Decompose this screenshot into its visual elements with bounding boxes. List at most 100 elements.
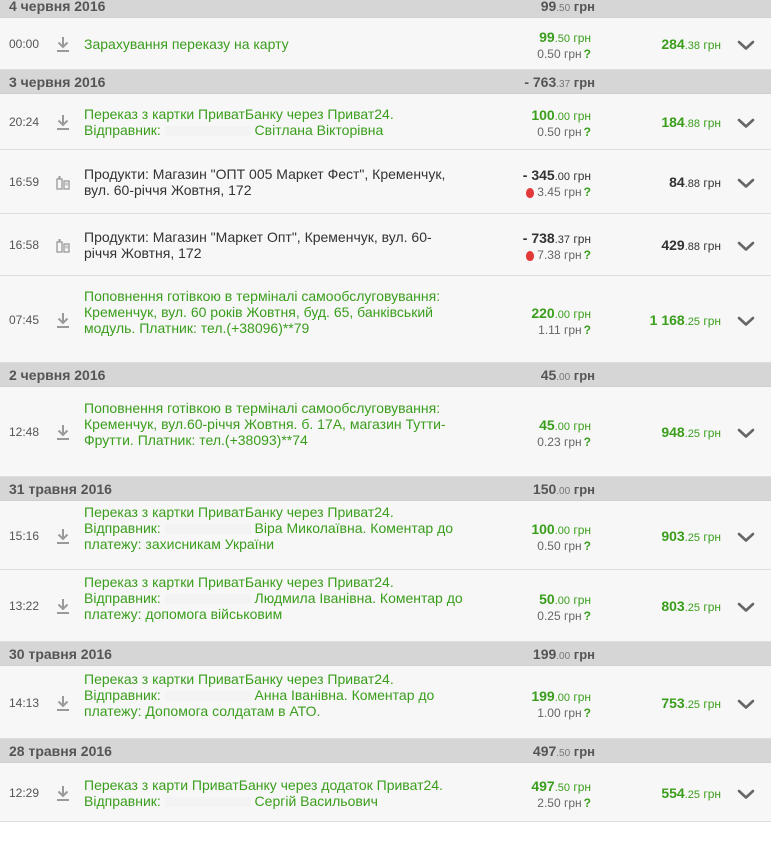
amount-value: 220.00 грн xyxy=(531,305,591,323)
amount-value: 199.00 грн xyxy=(531,688,591,706)
amount-value: - 738.37 грн xyxy=(523,230,591,248)
balance-dec: .25 xyxy=(684,788,700,801)
transaction-time: 16:59 xyxy=(9,175,40,189)
balance-int: 803 xyxy=(661,598,685,614)
transaction-description[interactable]: Продукти: Магазин "Маркет Опт", Кременчу… xyxy=(84,229,464,261)
transaction-amount: - 345.00 грн 3.45 грн? xyxy=(523,167,591,199)
currency-label: грн xyxy=(699,426,721,440)
help-icon[interactable]: ? xyxy=(584,185,591,199)
balance-int: 1 168 xyxy=(649,311,685,328)
transaction-row[interactable]: 14:13 Переказ з картки ПриватБанку через … xyxy=(0,666,771,739)
currency-label: грн xyxy=(699,600,721,614)
date-label: 2 червня 2016 xyxy=(9,367,106,383)
transaction-description[interactable]: Переказ з картки ПриватБанку через Прива… xyxy=(84,106,464,138)
help-icon[interactable]: ? xyxy=(584,706,591,720)
transaction-row[interactable]: 20:24 Переказ з картки ПриватБанку через … xyxy=(0,94,771,150)
balance-after: 554.25 грн xyxy=(661,785,721,801)
currency-label: грн xyxy=(570,647,595,662)
balance-int: 184 xyxy=(661,114,685,130)
amount-value: 99.50 грн xyxy=(537,29,591,47)
download-icon xyxy=(55,527,71,545)
chevron-down-icon[interactable] xyxy=(737,530,755,542)
transaction-description[interactable]: Поповнення готівкою в терміналі самообсл… xyxy=(84,400,464,448)
chevron-down-icon[interactable] xyxy=(737,38,755,50)
date-total: 99.50 грн xyxy=(541,0,595,14)
chevron-down-icon[interactable] xyxy=(737,600,755,612)
redacted-name xyxy=(164,690,251,701)
currency-label: грн xyxy=(699,313,721,328)
transaction-time: 00:00 xyxy=(9,37,40,51)
transaction-row[interactable]: 13:22 Переказ з картки ПриватБанку через … xyxy=(0,570,771,642)
transaction-description[interactable]: Переказ з картки ПриватБанку через Прива… xyxy=(84,574,464,622)
transaction-row[interactable]: 07:45 Поповнення готівкою в терміналі сам… xyxy=(0,276,771,363)
commission: 2.50 грн? xyxy=(531,796,591,810)
amount-value: 497.50 грн xyxy=(531,778,591,796)
transaction-row[interactable]: 12:48 Поповнення готівкою в терміналі сам… xyxy=(0,387,771,477)
commission-value: 3.45 xyxy=(537,185,561,199)
transaction-row[interactable]: 15:16 Переказ з картки ПриватБанку через … xyxy=(0,501,771,570)
chevron-down-icon[interactable] xyxy=(737,426,755,438)
currency-label: грн xyxy=(699,786,721,801)
currency-label: грн xyxy=(699,38,721,52)
help-icon[interactable]: ? xyxy=(584,609,591,623)
chevron-down-icon[interactable] xyxy=(737,314,755,326)
redacted-name xyxy=(164,594,251,605)
chevron-down-icon[interactable] xyxy=(737,116,755,128)
transaction-description[interactable]: Поповнення готівкою в терміналі самообсл… xyxy=(84,288,464,336)
transaction-row[interactable]: 16:59 Продукти: Магазин "ОПТ 005 Маркет Ф… xyxy=(0,150,771,214)
balance-dec: .88 xyxy=(684,241,700,253)
date-group-header: 2 червня 2016 45.00 грн xyxy=(0,363,771,387)
currency-label: грн xyxy=(699,176,721,190)
amount-value: - 345.00 грн xyxy=(523,167,591,185)
help-icon[interactable]: ? xyxy=(584,796,591,810)
transaction-row[interactable]: 12:29 Переказ з карти ПриватБанку через д… xyxy=(0,763,771,822)
commission-value: 0.50 xyxy=(537,47,561,61)
transaction-description[interactable]: Переказ з картки ПриватБанку через Прива… xyxy=(84,504,464,552)
chevron-down-icon[interactable] xyxy=(737,176,755,188)
date-group-header: 4 червня 2016 99.50 грн xyxy=(0,0,771,18)
help-icon[interactable]: ? xyxy=(584,125,591,139)
transaction-description[interactable]: Переказ з картки ПриватБанку через Прива… xyxy=(84,671,464,719)
currency-label: грн xyxy=(569,419,591,433)
help-icon[interactable]: ? xyxy=(584,323,591,337)
help-icon[interactable]: ? xyxy=(584,539,591,553)
balance-int: 284 xyxy=(661,36,685,52)
download-icon xyxy=(55,311,71,329)
date-label: 4 червня 2016 xyxy=(9,0,106,14)
transaction-row[interactable]: 16:58 Продукти: Магазин "Маркет Опт", Кре… xyxy=(0,214,771,276)
amount-int: 100 xyxy=(531,520,555,537)
balance-dec: .88 xyxy=(684,178,700,190)
help-icon[interactable]: ? xyxy=(584,435,591,449)
currency-label: грн xyxy=(560,125,582,139)
transaction-amount: 45.00 грн 0.23 грн? xyxy=(537,417,591,449)
help-icon[interactable]: ? xyxy=(584,248,591,262)
commission: 1.11 грн? xyxy=(531,323,591,337)
currency-label: грн xyxy=(569,522,591,537)
amount-dec: .00 xyxy=(554,171,570,183)
transaction-amount: 50.00 грн 0.25 грн? xyxy=(537,591,591,623)
transaction-row[interactable]: 00:00 Зарахування переказу на карту 99.50 … xyxy=(0,18,771,70)
currency-label: грн xyxy=(560,47,582,61)
commission: 0.50 грн? xyxy=(531,125,591,139)
commission: 1.00 грн? xyxy=(531,706,591,720)
chevron-down-icon[interactable] xyxy=(737,239,755,251)
transaction-description[interactable]: Продукти: Магазин "ОПТ 005 Маркет Фест",… xyxy=(84,166,464,198)
currency-label: грн xyxy=(699,239,721,253)
date-total: - 763.37 грн xyxy=(524,74,595,90)
transaction-description[interactable]: Зарахування переказу на карту xyxy=(84,36,464,52)
chevron-down-icon[interactable] xyxy=(737,697,755,709)
transaction-description[interactable]: Переказ з карти ПриватБанку через додато… xyxy=(84,777,464,809)
help-icon[interactable]: ? xyxy=(584,47,591,61)
date-group-header: 3 червня 2016 - 763.37 грн xyxy=(0,70,771,94)
currency-label: грн xyxy=(699,696,721,711)
commission-value: 1.11 xyxy=(538,322,561,337)
amount-dec: .50 xyxy=(554,781,570,794)
currency-label: грн xyxy=(569,689,591,704)
download-icon xyxy=(55,784,71,802)
strawberry-icon xyxy=(526,250,535,261)
chevron-down-icon[interactable] xyxy=(737,787,755,799)
balance-after: 803.25 грн xyxy=(661,598,721,614)
balance-int: 753 xyxy=(661,694,685,711)
balance-after: 903.25 грн xyxy=(661,528,721,544)
balance-after: 429.88 грн xyxy=(661,237,721,253)
